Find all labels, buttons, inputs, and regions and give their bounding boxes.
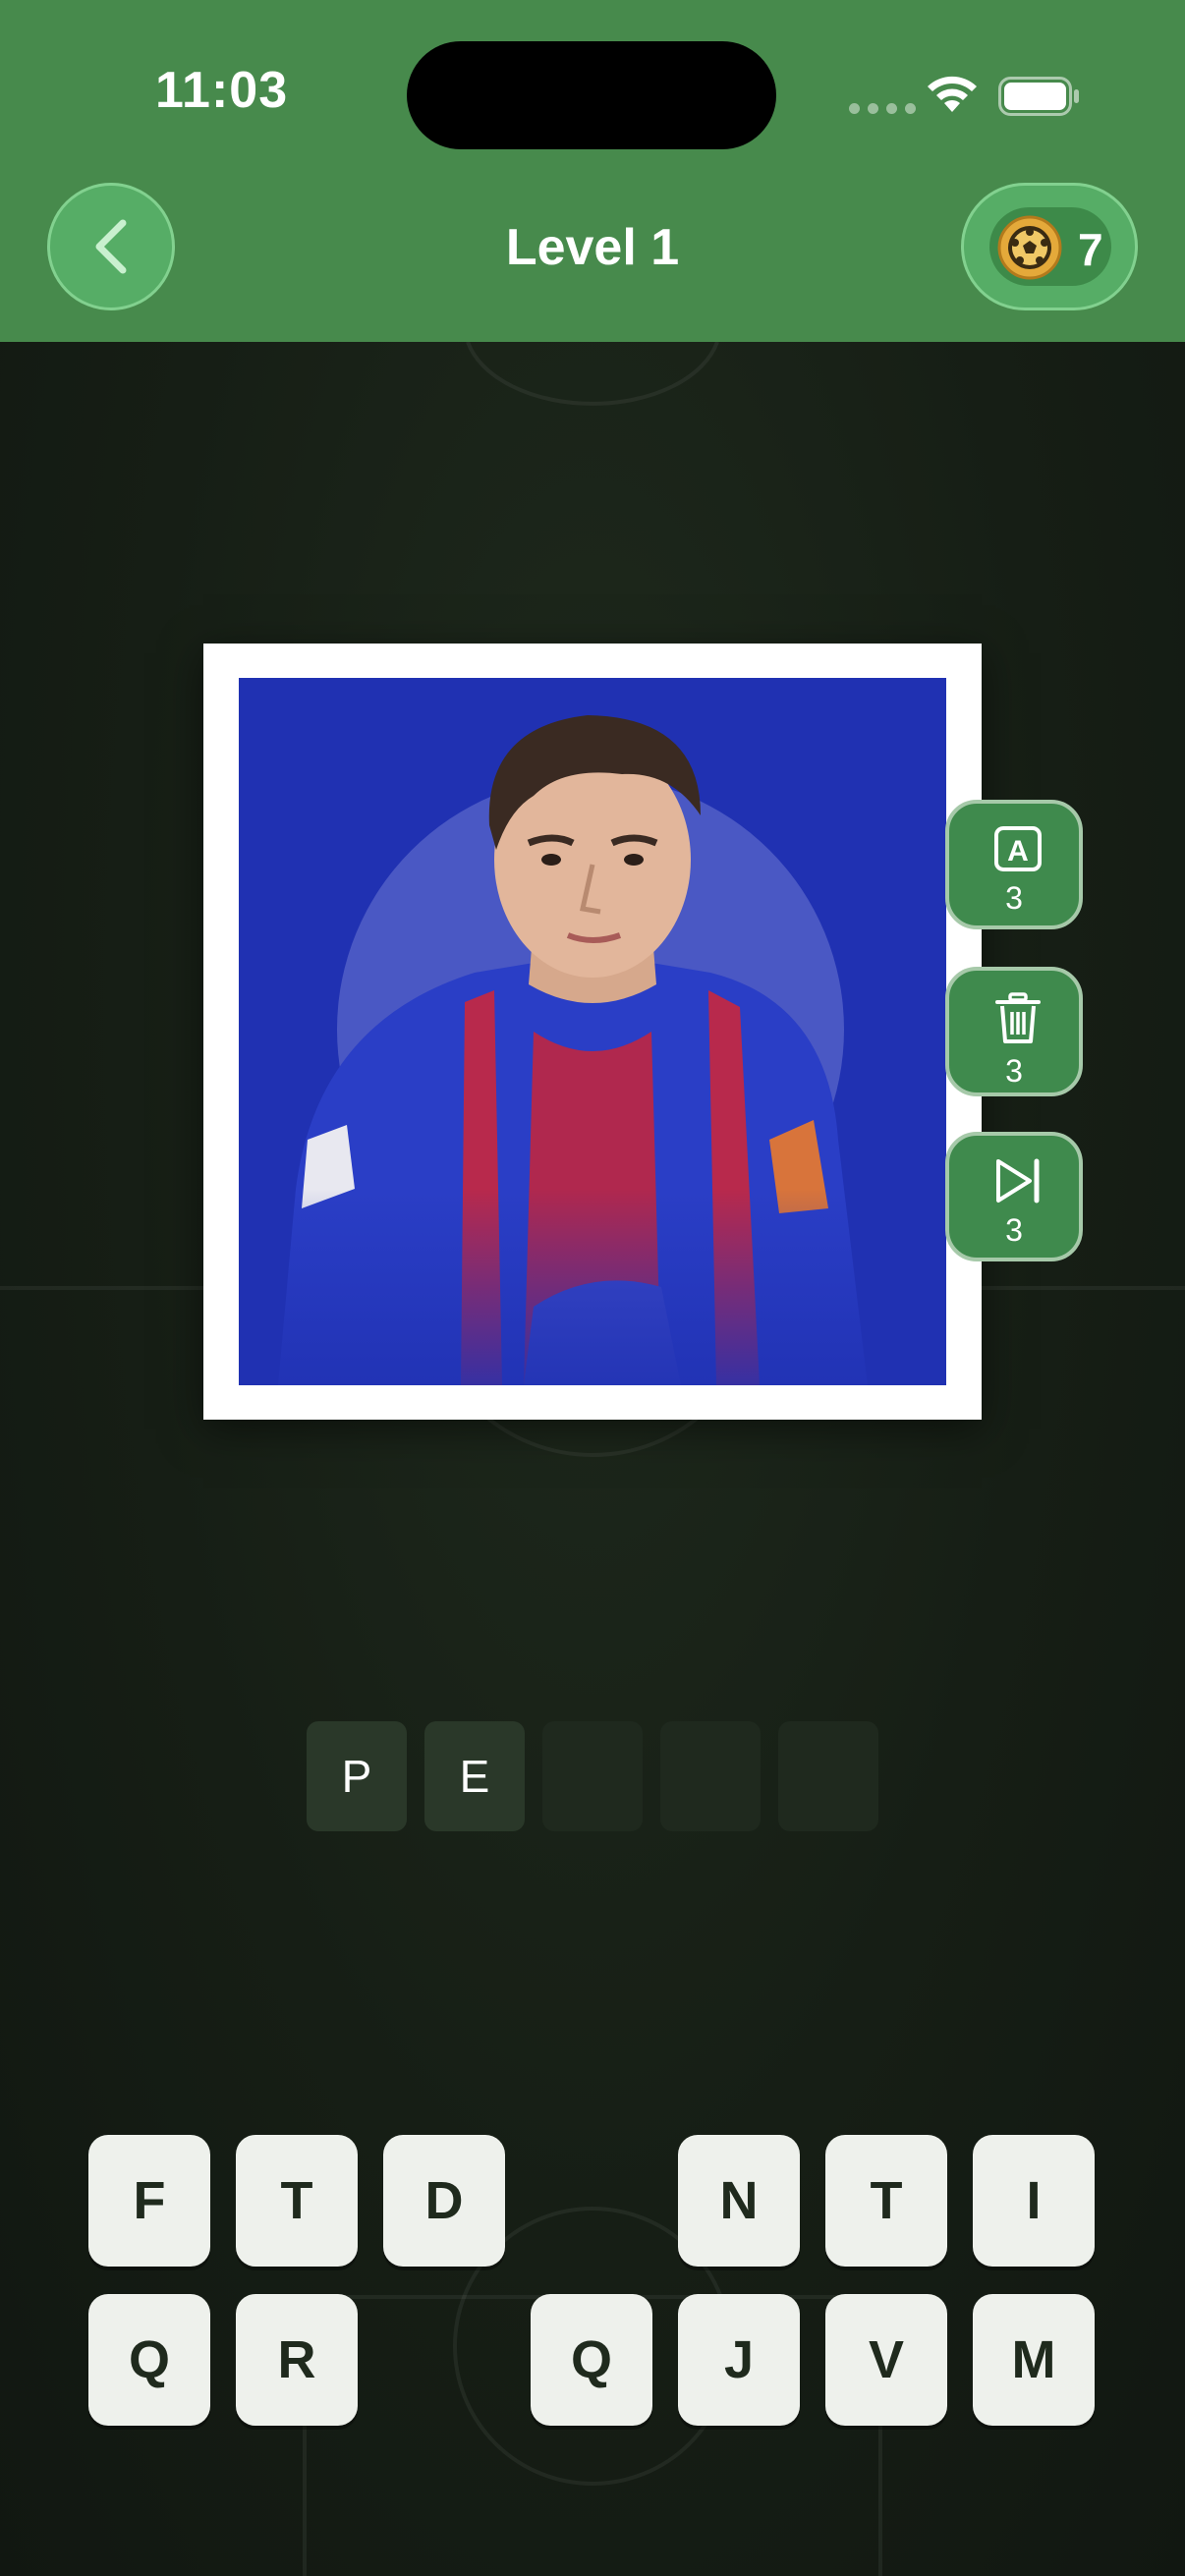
letter-key[interactable]: T — [236, 2135, 358, 2267]
letter-key[interactable]: T — [825, 2135, 947, 2267]
coin-count: 7 — [1078, 224, 1103, 275]
remove-letters-count: 3 — [1005, 1053, 1023, 1089]
reveal-letter-icon: A — [994, 826, 1042, 871]
letter-key[interactable]: M — [973, 2294, 1095, 2426]
player-illustration — [239, 715, 946, 1385]
letter-key[interactable]: Q — [88, 2294, 210, 2426]
letter-key[interactable]: F — [88, 2135, 210, 2267]
remove-letters-hint-button[interactable]: 3 — [945, 967, 1083, 1096]
letter-key[interactable]: R — [236, 2294, 358, 2426]
status-time: 11:03 — [155, 62, 289, 119]
skip-level-hint-button[interactable]: 3 — [945, 1132, 1083, 1261]
letter-key[interactable]: J — [678, 2294, 800, 2426]
letter-key[interactable]: N — [678, 2135, 800, 2267]
skip-level-count: 3 — [1005, 1212, 1023, 1248]
answer-slot[interactable]: P — [307, 1721, 407, 1831]
letter-key[interactable]: Q — [531, 2294, 652, 2426]
dynamic-island — [407, 41, 776, 149]
top-bar: 11:03 Level 1 7 — [0, 0, 1185, 342]
letter-key[interactable]: I — [973, 2135, 1095, 2267]
soccer-ball-coin-icon — [997, 215, 1062, 280]
reveal-letter-hint-button[interactable]: A 3 — [945, 800, 1083, 929]
answer-slot[interactable]: E — [424, 1721, 525, 1831]
coin-balance-button[interactable]: 7 — [961, 183, 1138, 310]
answer-slot[interactable] — [660, 1721, 761, 1831]
player-photo — [239, 678, 946, 1385]
letter-key[interactable]: D — [383, 2135, 505, 2267]
cellular-signal-icon — [849, 103, 916, 114]
answer-slot[interactable] — [778, 1721, 878, 1831]
answer-slot[interactable] — [542, 1721, 643, 1831]
battery-icon — [998, 77, 1079, 116]
skip-icon — [996, 1158, 1040, 1204]
reveal-letter-glyph: A — [1007, 835, 1029, 868]
letter-key[interactable]: V — [825, 2294, 947, 2426]
photo-card — [203, 644, 982, 1420]
trash-icon — [995, 992, 1041, 1043]
wifi-icon — [928, 76, 977, 112]
reveal-letter-count: 3 — [1005, 880, 1023, 916]
